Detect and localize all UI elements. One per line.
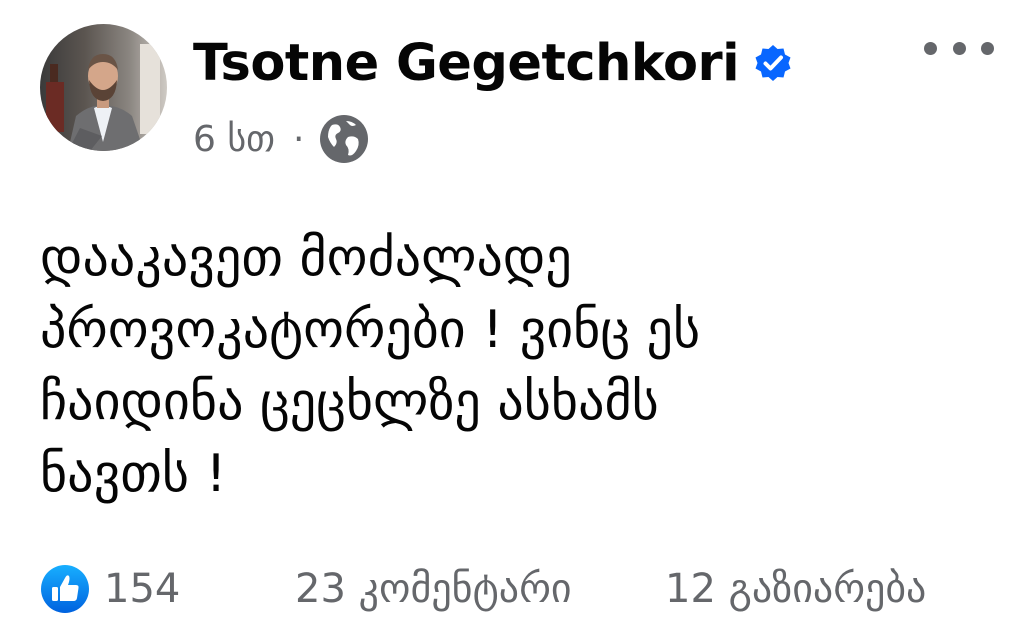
more-dot [981, 41, 994, 55]
more-options-icon[interactable] [924, 28, 994, 68]
author-name[interactable]: Tsotne Gegetchkori [193, 34, 740, 93]
post-text-line: ნავთს ! [40, 444, 227, 504]
globe-icon[interactable] [318, 113, 370, 165]
like-icon[interactable] [40, 564, 90, 614]
post-body: დააკავეთ მოძალადე პროვოკატორები ! ვინც ე… [40, 222, 1000, 510]
more-dot [952, 41, 966, 55]
post-meta: 6 სთ · [193, 112, 370, 166]
share-count[interactable]: 12 გაზიარება [665, 566, 926, 612]
more-dot [924, 41, 937, 55]
meta-separator: · [292, 118, 305, 160]
post-text-line: დააკავეთ მოძალადე [40, 228, 572, 288]
avatar-image [40, 24, 167, 151]
author-row: Tsotne Gegetchkori [193, 28, 793, 98]
post-timestamp[interactable]: 6 სთ [193, 119, 275, 160]
post-text-line: ჩაიდინა ცეცხლზე ასხამს [40, 372, 659, 432]
post-stats: 154 23 კომენტარი 12 გაზიარება [40, 560, 1000, 620]
avatar[interactable] [40, 24, 167, 151]
post-text-line: პროვოკატორები ! ვინც ეს [40, 300, 701, 360]
like-count[interactable]: 154 [104, 566, 180, 612]
facebook-post: Tsotne Gegetchkori 6 სთ · დააკავეთ მოძალ… [0, 0, 1024, 644]
verified-badge-icon [753, 43, 793, 83]
comment-count[interactable]: 23 კომენტარი [295, 566, 572, 612]
